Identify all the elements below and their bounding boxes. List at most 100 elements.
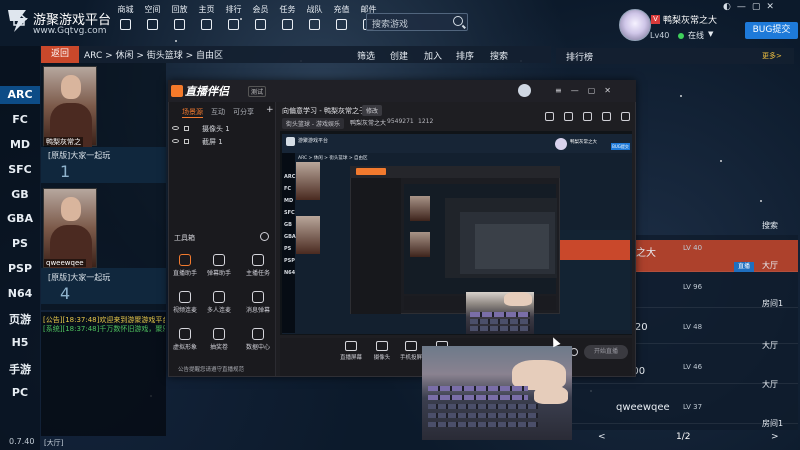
nav-space[interactable]: 空间 — [139, 5, 166, 37]
tool-live-assistant[interactable]: 直播助手 — [170, 254, 200, 277]
streamer-avatar[interactable] — [518, 84, 531, 97]
back-button[interactable]: 返回 — [41, 46, 79, 63]
tab-interaction[interactable]: 互动 — [211, 107, 225, 117]
nav-recharge[interactable]: 充值 — [328, 5, 355, 37]
eye-icon[interactable] — [172, 126, 179, 130]
search-icon[interactable] — [453, 16, 463, 26]
camera-button[interactable]: 摄像头 — [367, 341, 397, 361]
hand-image — [504, 292, 532, 306]
close-icon[interactable]: ✕ — [766, 2, 774, 12]
edit-title-button[interactable]: 修改 — [362, 105, 383, 116]
share-icon[interactable] — [545, 112, 554, 121]
sidebar-item-n64[interactable]: N64 — [0, 287, 40, 300]
lock-icon[interactable] — [564, 112, 573, 121]
tool-multi-link[interactable]: 多人连麦 — [204, 291, 234, 314]
bell-icon[interactable] — [602, 112, 611, 121]
username[interactable]: 鸭梨灰常之大 — [663, 13, 717, 26]
phone-icon — [405, 341, 417, 351]
seat-avatar[interactable] — [43, 66, 97, 147]
nav-home[interactable]: 主页 — [193, 5, 220, 37]
sidebar-item-sfc[interactable]: SFC — [0, 163, 40, 176]
sidebar-item-ps[interactable]: PS — [0, 237, 40, 250]
sidebar-item-gba[interactable]: GBA — [0, 212, 40, 225]
tool-message[interactable]: 消息弹幕 — [243, 291, 273, 314]
join-button[interactable]: 加入 — [424, 49, 442, 62]
eye-icon[interactable] — [172, 139, 179, 143]
more-icon[interactable] — [621, 112, 630, 121]
tool-data-center[interactable]: 数据中心 — [243, 328, 273, 351]
scene-item[interactable]: 摄像头 1 — [202, 124, 230, 134]
nav-ranking[interactable]: 排行 — [220, 5, 247, 37]
search-button[interactable]: 搜索 — [490, 49, 508, 62]
sidebar-item-mobile[interactable]: 手游 — [0, 361, 40, 377]
nav-label: 战队 — [306, 5, 323, 14]
lock-icon[interactable] — [184, 126, 189, 131]
skin-icon[interactable]: ◐ — [723, 2, 731, 12]
toolbox-collapse-icon[interactable] — [260, 232, 269, 241]
create-button[interactable]: 创建 — [390, 49, 408, 62]
sidebar-item-psp[interactable]: PSP — [0, 262, 40, 275]
bug-report-button[interactable]: BUG提交 — [745, 22, 798, 39]
seat-number: 1 — [60, 162, 71, 181]
chat-channel[interactable]: [大厅] — [44, 438, 63, 448]
tool-label: 视频连麦 — [172, 307, 197, 314]
top-nav: 商城 空间 回放 主页 排行 会员 任务 战队 充值 邮件 — [112, 5, 382, 37]
sidebar-item-fc[interactable]: FC — [0, 113, 40, 126]
sidebar-item-md[interactable]: MD — [0, 138, 40, 151]
close-icon[interactable]: ✕ — [604, 86, 611, 95]
sort-button[interactable]: 排序 — [456, 49, 474, 62]
nav-label: 空间 — [144, 5, 161, 14]
tab-scene-sources[interactable]: 场景源 — [182, 107, 203, 118]
pager-next[interactable]: > — [771, 432, 779, 442]
online-search-button[interactable]: 搜索 — [762, 220, 778, 231]
minimize-icon[interactable]: — — [571, 86, 579, 95]
tool-danmaku[interactable]: 弹幕助手 — [204, 254, 234, 277]
preview-sidebar-item: PSP — [284, 258, 295, 264]
gift-icon[interactable] — [583, 112, 592, 121]
filter-button[interactable]: 筛选 — [357, 49, 375, 62]
avatar[interactable] — [619, 9, 651, 41]
add-scene-icon[interactable]: + — [266, 105, 274, 115]
sidebar-item-gb[interactable]: GB — [0, 188, 40, 201]
nav-shop[interactable]: 商城 — [112, 5, 139, 37]
pager-prev[interactable]: < — [598, 432, 606, 442]
ranking-more-link[interactable]: 更多> — [762, 51, 782, 61]
lock-icon[interactable] — [184, 139, 189, 144]
maximize-icon[interactable]: ▢ — [752, 2, 761, 12]
seat-avatar[interactable] — [43, 188, 97, 269]
scene-item[interactable]: 截屏 1 — [202, 137, 223, 147]
start-stream-button[interactable]: 开始直播 — [584, 345, 628, 359]
tool-avatar[interactable]: 虚拟形象 — [170, 328, 200, 351]
tool-video-link[interactable]: 视频连麦 — [170, 291, 200, 314]
online-room: 房间1 — [762, 419, 784, 428]
tool-anchor-task[interactable]: 主播任务 — [243, 254, 273, 277]
user-level: Lv40 — [650, 31, 670, 40]
watch-live-button[interactable]: 直播 — [734, 262, 754, 272]
sidebar-item-h5[interactable]: H5 — [0, 336, 40, 349]
tab-ranking[interactable]: 排行榜 — [566, 50, 593, 63]
nav-label: 商城 — [117, 5, 134, 14]
nav-task[interactable]: 任务 — [274, 5, 301, 37]
preview-capture-2-panel — [351, 178, 401, 314]
nav-member[interactable]: 会员 — [247, 5, 274, 37]
tab-shareable[interactable]: 可分享 — [233, 107, 254, 117]
assistant-icon — [179, 254, 191, 266]
nav-replay[interactable]: 回放 — [166, 5, 193, 37]
chevron-down-icon[interactable]: ▼ — [708, 30, 713, 38]
sidebar-item-pc[interactable]: PC — [0, 386, 40, 399]
nav-team[interactable]: 战队 — [301, 5, 328, 37]
online-status[interactable]: 在线 — [688, 30, 704, 41]
window-controls: ◐ — ▢ ✕ — [723, 2, 774, 12]
menu-icon[interactable]: ≡ — [555, 86, 562, 95]
minimize-icon[interactable]: — — [737, 2, 746, 12]
screen-share-button[interactable]: 直播屏幕 — [336, 341, 366, 361]
home-icon[interactable] — [11, 12, 27, 26]
keyboard-row — [470, 319, 530, 324]
preview-sidebar — [282, 153, 295, 333]
maximize-icon[interactable]: ▢ — [588, 86, 596, 95]
stream-category[interactable]: 街头篮球 - 游戏娱乐 — [282, 118, 344, 129]
task-icon — [252, 254, 264, 266]
tool-lottery[interactable]: 抽奖卷 — [204, 328, 234, 351]
sidebar-item-arc[interactable]: ARC — [0, 86, 40, 104]
sidebar-item-webgame[interactable]: 页游 — [0, 311, 40, 327]
